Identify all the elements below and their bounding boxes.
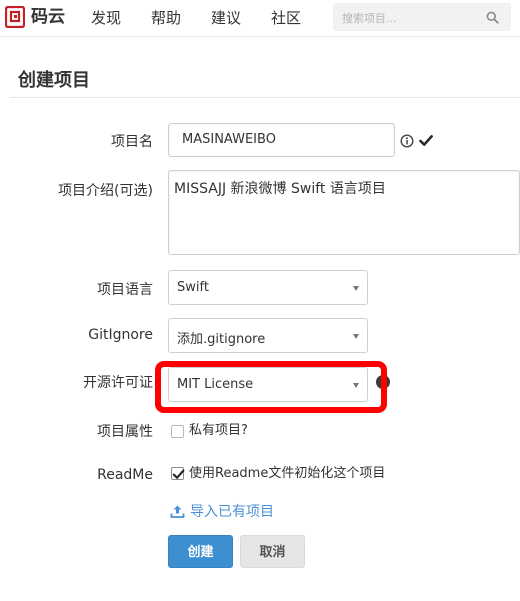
project-name-label: 项目名	[111, 134, 153, 150]
private-project-label[interactable]: 私有项目?	[189, 423, 248, 439]
upload-icon	[170, 505, 185, 518]
gitignore-value: 添加.gitignore	[177, 332, 266, 347]
search-box	[333, 3, 511, 31]
project-language-select[interactable]: Swift	[168, 270, 368, 305]
search-input[interactable]	[342, 8, 482, 28]
valid-check-icon	[419, 135, 433, 146]
license-help-icon[interactable]	[376, 375, 390, 389]
title-divider	[10, 97, 520, 98]
license-label: 开源许可证	[83, 375, 153, 391]
license-select[interactable]: MIT License	[168, 367, 368, 402]
nav-item-help[interactable]: 帮助	[151, 7, 181, 29]
gitignore-select[interactable]: 添加.gitignore	[168, 318, 368, 353]
readme-label: ReadMe	[97, 467, 153, 483]
chevron-down-icon	[353, 383, 359, 388]
cancel-button[interactable]: 取消	[240, 535, 305, 568]
readme-checkbox[interactable]	[171, 467, 185, 480]
brand-name[interactable]: 码云	[31, 6, 65, 28]
checkmark-icon	[172, 469, 185, 479]
project-name-input[interactable]: MASINAWEIBO	[168, 123, 395, 157]
search-icon[interactable]	[486, 11, 499, 24]
gitee-logo-icon[interactable]	[5, 6, 25, 28]
nav-item-suggest[interactable]: 建议	[211, 7, 241, 29]
create-button[interactable]: 创建	[168, 535, 233, 568]
readme-checkbox-label[interactable]: 使用Readme文件初始化这个项目	[189, 466, 385, 482]
project-description-value: MISSAJJ 新浪微博 Swift 语言项目	[174, 181, 386, 197]
project-language-label: 项目语言	[97, 282, 153, 298]
nav-item-community[interactable]: 社区	[271, 7, 301, 29]
import-project-label: 导入已有项目	[190, 504, 274, 520]
gitignore-label: GitIgnore	[88, 327, 153, 343]
nav-item-discover[interactable]: 发现	[91, 7, 121, 29]
page-title: 创建项目	[18, 70, 90, 91]
private-project-checkbox[interactable]	[171, 425, 184, 438]
license-value: MIT License	[177, 377, 254, 392]
project-name-value: MASINAWEIBO	[182, 132, 276, 147]
project-language-value: Swift	[177, 280, 209, 295]
info-icon[interactable]	[400, 134, 414, 148]
project-description-label: 项目介绍(可选)	[58, 183, 153, 199]
project-description-textarea[interactable]: MISSAJJ 新浪微博 Swift 语言项目	[168, 170, 520, 255]
chevron-down-icon	[353, 334, 359, 339]
visibility-label: 项目属性	[97, 424, 153, 440]
chevron-down-icon	[353, 286, 359, 291]
top-navbar: 码云 发现 帮助 建议 社区	[0, 0, 520, 37]
